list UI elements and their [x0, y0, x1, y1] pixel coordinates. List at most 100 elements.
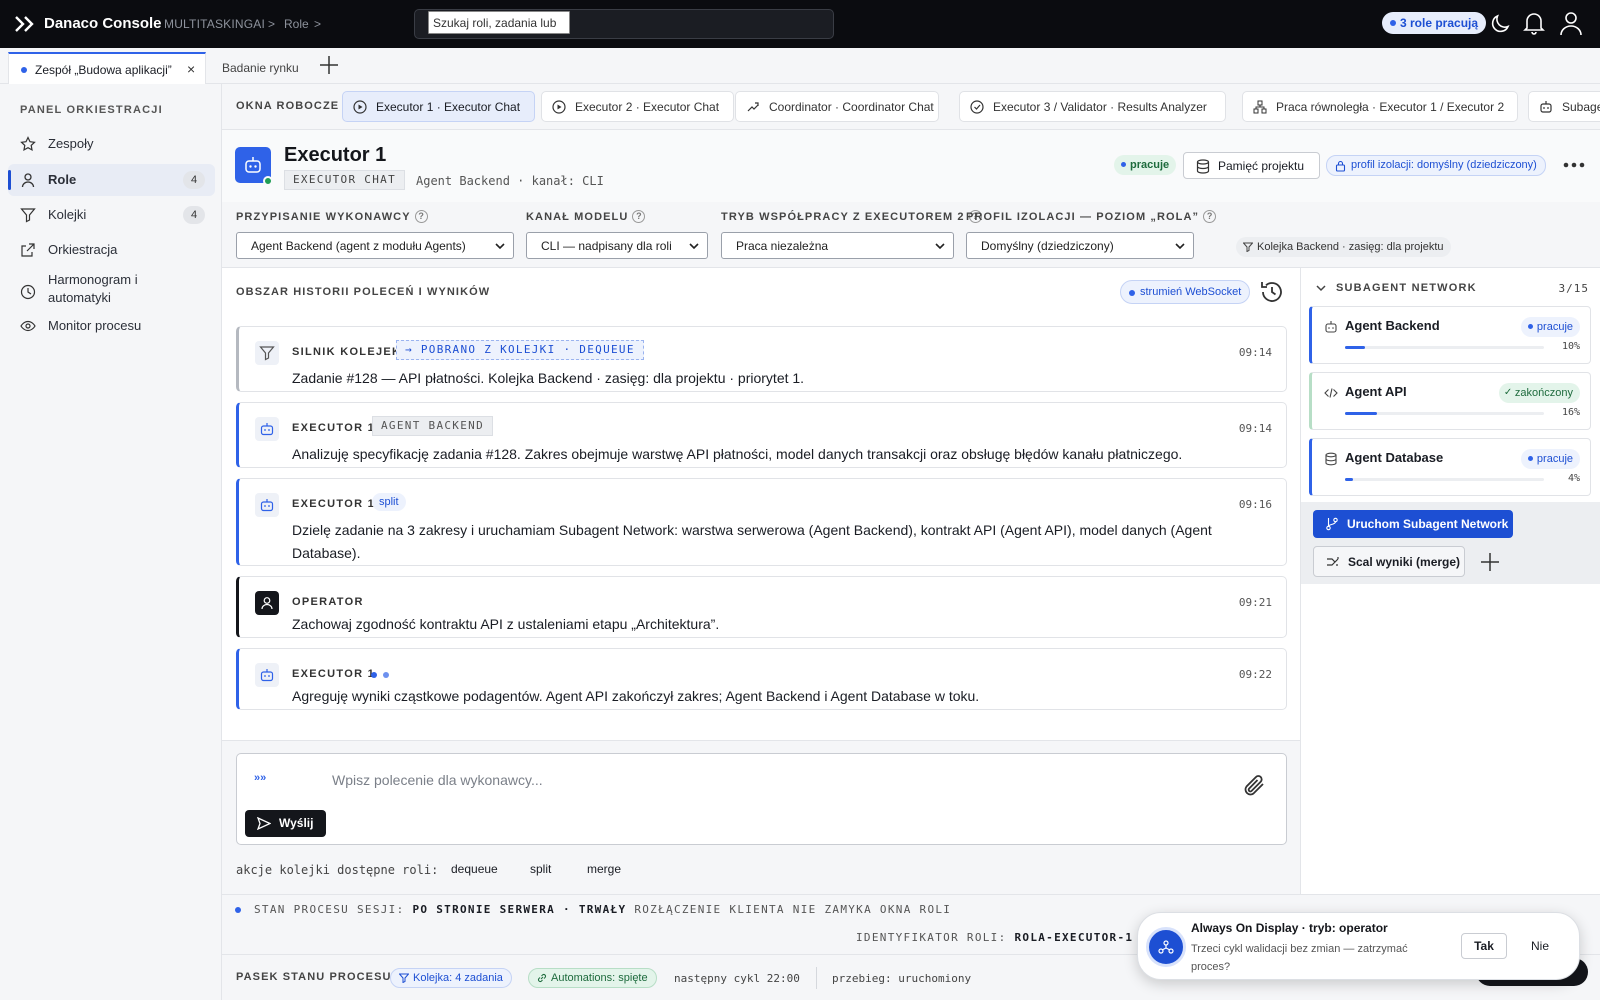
- breadcrumb-workspace[interactable]: MULTITASKINGAI: [164, 17, 265, 31]
- executor-avatar: [255, 417, 279, 441]
- action-split[interactable]: split: [526, 862, 555, 876]
- help-icon[interactable]: ?: [1203, 210, 1217, 223]
- automations-status-badge[interactable]: Automations: spięte: [528, 968, 657, 988]
- button-label: Wyślij: [279, 816, 314, 830]
- toast-yes-button[interactable]: Tak: [1461, 933, 1507, 959]
- merge-icon: [1327, 557, 1339, 566]
- more-horizontal-icon[interactable]: [1562, 157, 1586, 173]
- badge-label: Kolejka Backend · zasięg: dla projektu: [1257, 241, 1444, 253]
- action-dequeue[interactable]: dequeue: [447, 862, 502, 876]
- external-link-icon: [21, 243, 35, 257]
- model-channel-select[interactable]: CLI — nadpisany dla roli: [526, 232, 708, 259]
- queue-scope-badge[interactable]: Kolejka Backend · zasięg: dla projektu: [1236, 237, 1451, 257]
- sidebar-item-roles[interactable]: Role 4: [8, 164, 215, 196]
- sidebar-item-label: Zespoły: [48, 136, 94, 151]
- agent-tag: AGENT BACKEND: [372, 416, 493, 436]
- close-icon[interactable]: ×: [187, 61, 195, 77]
- top-bar: Danaco Console MULTITASKINGAI > Role > 3…: [0, 0, 1600, 48]
- history-message: EXECUTOR 1 09:22 Agreguję wyniki cząstko…: [236, 648, 1287, 710]
- chevron-down-icon[interactable]: [1315, 282, 1327, 294]
- command-input[interactable]: Wpisz polecenie dla wykonawcy...: [332, 772, 543, 788]
- chevron-down-icon: [935, 243, 945, 250]
- session-label: STAN PROCESU SESJI:: [254, 903, 405, 916]
- queue-actions-label: akcje kolejki dostępne roli:: [236, 863, 439, 877]
- agent-progress-fill: [1345, 346, 1365, 349]
- plus-icon[interactable]: [1479, 551, 1501, 573]
- message-time: 09:14: [1238, 422, 1272, 435]
- message-author: EXECUTOR 1: [292, 422, 376, 434]
- sidebar-item-queues[interactable]: Kolejki 4: [8, 199, 215, 231]
- message-text: Analizuję specyfikację zadania #128. Zak…: [292, 446, 1183, 462]
- search-box[interactable]: [414, 9, 834, 39]
- search-input[interactable]: [428, 11, 570, 34]
- command-history: OBSZAR HISTORII POLECEŃ I WYNIKÓW strumi…: [222, 268, 1300, 740]
- agent-card-database[interactable]: Agent Database pracuje 4%: [1309, 438, 1591, 496]
- window-executor-3-validator[interactable]: Executor 3 / Validator · Results Analyze…: [959, 91, 1226, 122]
- sidebar-item-schedule[interactable]: Harmonogram i automatyki: [8, 270, 215, 310]
- agent-progress-track: [1345, 346, 1544, 349]
- typing-dot: [383, 672, 389, 678]
- paperclip-icon[interactable]: [1241, 772, 1269, 800]
- collab-mode-select[interactable]: Praca niezależna: [721, 232, 954, 259]
- subagent-count: 3/15: [1558, 282, 1589, 295]
- tab-team-app[interactable]: Zespół „Budowa aplikacji” ×: [8, 52, 206, 84]
- roles-working-badge[interactable]: 3 role pracują: [1382, 12, 1487, 34]
- command-composer[interactable]: »» Wpisz polecenie dla wykonawcy... Wyśl…: [236, 753, 1287, 845]
- executor-header: Executor 1 EXECUTOR CHAT Agent Backend ·…: [222, 130, 1600, 202]
- message-author: SILNIK KOLEJEK: [292, 346, 402, 358]
- window-coordinator[interactable]: Coordinator · Coordinator Chat: [735, 91, 939, 122]
- bot-icon: [260, 423, 274, 436]
- sidebar-item-label: Role: [48, 172, 77, 187]
- message-text: Zadanie #128 — API płatności. Kolejka Ba…: [292, 370, 805, 386]
- isolation-select[interactable]: Domyślny (dziedziczony): [966, 232, 1194, 259]
- active-dot: [21, 67, 27, 73]
- window-executor-2[interactable]: Executor 2 · Executor Chat: [541, 91, 734, 122]
- message-text: Zachowaj zgodność kontraktu API z ustale…: [292, 616, 720, 632]
- assignment-label: PRZYPISANIE WYKONAWCY?: [236, 210, 428, 223]
- select-value: CLI — nadpisany dla roli: [541, 239, 672, 253]
- help-icon[interactable]: ?: [632, 210, 646, 223]
- button-label: Uruchom Subagent Network: [1347, 517, 1509, 531]
- user-icon[interactable]: [1559, 10, 1583, 36]
- help-icon[interactable]: ?: [414, 210, 428, 223]
- isolation-profile-badge[interactable]: profil izolacji: domyślny (dziedziczony): [1326, 155, 1546, 176]
- history-message: EXECUTOR 1 split 09:16 Dzielę zadanie na…: [236, 478, 1287, 566]
- breadcrumb-role[interactable]: Role: [284, 17, 309, 31]
- history-message: OPERATOR 09:21 Zachowaj zgodność kontrak…: [236, 576, 1287, 638]
- history-icon[interactable]: [1258, 278, 1286, 306]
- always-on-display-toast: Always On Display · tryb: operator Trzec…: [1137, 912, 1580, 980]
- agent-card-backend[interactable]: Agent Backend pracuje 10%: [1309, 306, 1591, 364]
- subagent-header[interactable]: SUBAGENT NETWORK 3/15: [1301, 268, 1600, 308]
- session-dot: [235, 907, 241, 913]
- project-memory-button[interactable]: Pamięć projektu: [1183, 152, 1320, 179]
- tab-label: Zespół „Budowa aplikacji”: [35, 63, 172, 77]
- moon-icon[interactable]: [1488, 12, 1512, 36]
- window-subagent[interactable]: Subage: [1528, 91, 1600, 122]
- queue-status-badge[interactable]: Kolejka: 4 zadania: [390, 968, 512, 988]
- history-title: OBSZAR HISTORII POLECEŃ I WYNIKÓW: [236, 286, 491, 298]
- agent-name: Agent Database: [1345, 450, 1444, 465]
- assignment-select[interactable]: Agent Backend (agent z modułu Agents): [236, 232, 514, 259]
- plus-icon[interactable]: [318, 54, 340, 76]
- send-button[interactable]: Wyślij: [245, 810, 326, 837]
- tab-market-research[interactable]: Badanie rynku: [222, 61, 299, 75]
- session-note: ROZŁĄCZENIE KLIENTA NIE ZAMYKA OKNA ROLI: [634, 903, 952, 916]
- run-subagent-network-button[interactable]: Uruchom Subagent Network: [1313, 510, 1513, 538]
- agent-card-api[interactable]: Agent API zakończony 16%: [1309, 372, 1591, 430]
- bell-icon[interactable]: [1522, 10, 1546, 36]
- window-executor-1[interactable]: Executor 1 · Executor Chat: [342, 91, 535, 122]
- subagent-actions: Uruchom Subagent Network Scal wyniki (me…: [1301, 502, 1600, 584]
- sidebar-item-teams[interactable]: Zespoły: [8, 128, 215, 160]
- brand-name[interactable]: Danaco Console: [44, 15, 162, 32]
- sidebar-item-process-monitor[interactable]: Monitor procesu: [8, 310, 215, 342]
- action-merge[interactable]: merge: [583, 862, 625, 876]
- agent-progress-fill: [1345, 478, 1353, 481]
- merge-results-button[interactable]: Scal wyniki (merge): [1313, 546, 1465, 577]
- window-parallel-work[interactable]: Praca równoległa · Executor 1 / Executor…: [1242, 91, 1518, 122]
- sidebar-item-label: Harmonogram i automatyki: [48, 272, 138, 305]
- agent-progress-fill: [1345, 412, 1377, 415]
- bot-icon: [1325, 321, 1337, 333]
- sidebar-item-orchestration[interactable]: Orkiestracja: [8, 234, 215, 266]
- toast-no-button[interactable]: Nie: [1518, 933, 1562, 959]
- agent-status: pracuje: [1520, 317, 1580, 337]
